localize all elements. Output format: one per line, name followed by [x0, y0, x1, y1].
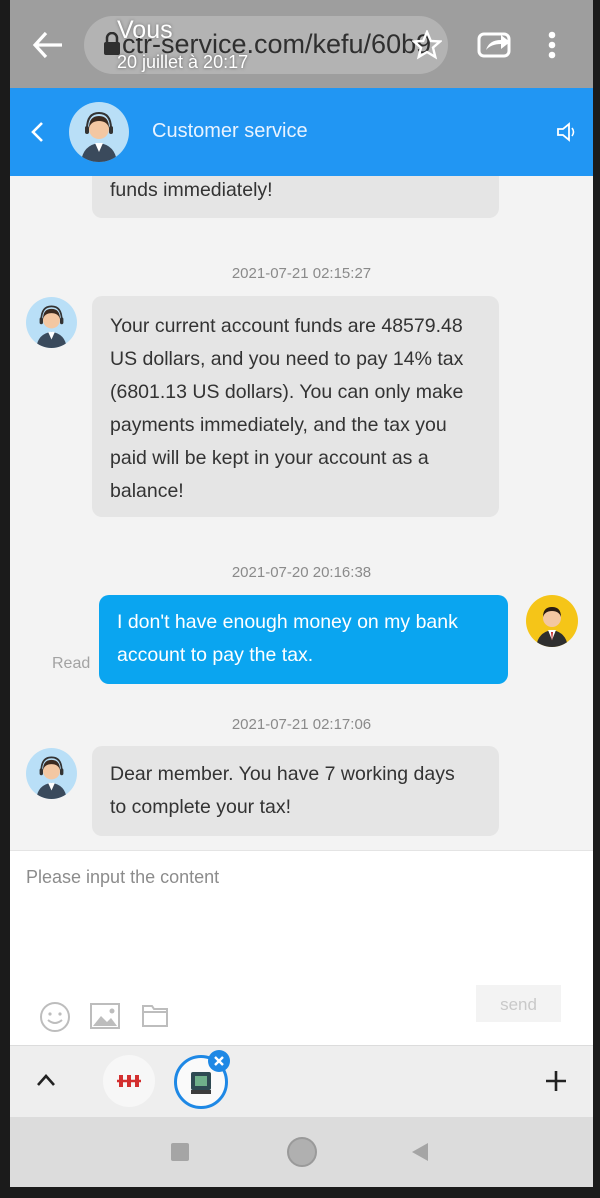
agent-avatar — [26, 748, 77, 799]
agent-message-bubble: Your current account funds are 48579.48 … — [92, 296, 499, 517]
back-icon[interactable] — [410, 1141, 430, 1168]
system-nav-bar — [10, 1117, 593, 1187]
bottom-tab-strip — [10, 1045, 593, 1118]
user-avatar — [526, 595, 578, 647]
more-vert-icon[interactable] — [545, 30, 559, 66]
read-status: Read — [52, 655, 91, 672]
agent-message-bubble: funds immediately! — [92, 176, 499, 218]
message-text: funds immediately! — [110, 179, 273, 201]
message-line: paid will be kept in your account as a — [110, 447, 429, 469]
message-line: to complete your tax! — [110, 796, 292, 818]
message-input[interactable]: Please input the content — [26, 867, 219, 888]
message-line: Dear member. You have 7 working days — [110, 763, 455, 785]
message-line: (6801.13 US dollars). You can only make — [110, 381, 464, 403]
user-message-bubble: I don't have enough money on my bank acc… — [99, 595, 508, 684]
message-line: Your current account funds are 48579.48 — [110, 315, 463, 337]
image-icon[interactable] — [89, 1001, 121, 1036]
share-icon[interactable] — [477, 30, 513, 66]
notification-date: 20 juillet à 20:17 — [117, 52, 249, 72]
chat-title: Customer service — [152, 120, 308, 142]
message-line: account to pay the tax. — [117, 644, 314, 666]
app-tab-icon[interactable] — [103, 1055, 155, 1107]
back-arrow-icon[interactable] — [32, 30, 64, 66]
phone-screen: ctr-service.com/kefu/60b9 Vous 20 juille… — [10, 0, 593, 1198]
plus-icon[interactable] — [545, 1070, 567, 1097]
recents-icon[interactable] — [171, 1143, 189, 1161]
message-line: I don't have enough money on my bank — [117, 611, 458, 633]
message-timestamp: 2021-07-21 02:15:27 — [231, 265, 372, 282]
speaker-icon[interactable] — [556, 122, 578, 147]
emoji-icon[interactable] — [39, 1001, 71, 1038]
chevron-left-icon[interactable] — [30, 121, 46, 148]
home-icon[interactable] — [287, 1137, 317, 1167]
message-list: funds immediately! 2021-07-21 02:15:27 Y… — [10, 176, 593, 850]
bottom-edge — [10, 1187, 593, 1198]
close-icon[interactable] — [208, 1050, 230, 1072]
agent-avatar — [69, 102, 129, 162]
message-line: balance! — [110, 480, 184, 502]
chevron-up-icon[interactable] — [36, 1073, 56, 1092]
folder-icon[interactable] — [141, 1001, 169, 1034]
message-line: US dollars, and you need to pay 14% tax — [110, 348, 464, 370]
message-timestamp: 2021-07-20 20:16:38 — [231, 564, 372, 581]
message-timestamp: 2021-07-21 02:17:06 — [231, 716, 372, 733]
notification-name: Vous — [117, 16, 173, 44]
browser-toolbar: ctr-service.com/kefu/60b9 Vous 20 juille… — [10, 0, 593, 88]
agent-avatar — [26, 297, 77, 348]
send-button[interactable]: send — [476, 985, 561, 1022]
star-icon[interactable] — [410, 28, 444, 66]
message-line: payments immediately, and the tax you — [110, 414, 447, 436]
message-composer: Please input the content send — [10, 850, 593, 1045]
chat-header: Customer service — [10, 88, 593, 176]
agent-message-bubble: Dear member. You have 7 working days to … — [92, 746, 499, 836]
